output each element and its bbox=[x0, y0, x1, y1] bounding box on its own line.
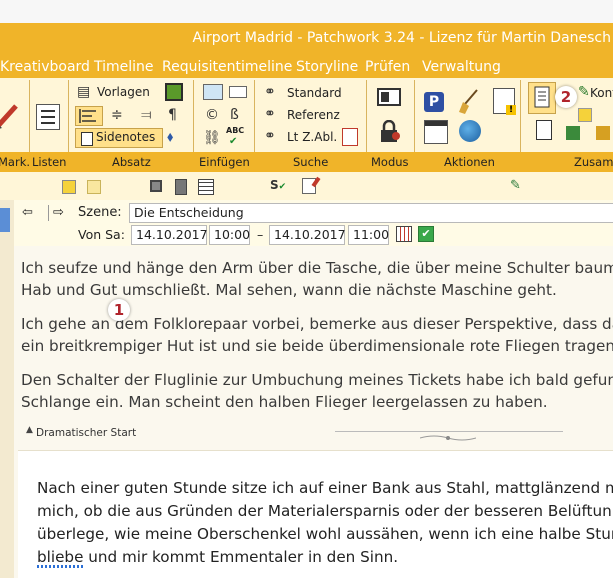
side-tab[interactable] bbox=[0, 208, 10, 232]
menu-verwaltung[interactable]: Verwaltung bbox=[422, 59, 501, 75]
ltzabl-search-icon[interactable]: ⚭ bbox=[264, 128, 276, 144]
calendar-icon[interactable] bbox=[424, 120, 448, 144]
broom-icon[interactable] bbox=[455, 88, 481, 114]
view-mode-icon[interactable] bbox=[377, 88, 401, 106]
align-right-icon[interactable]: ⫤ bbox=[141, 107, 152, 123]
copy-note-icon[interactable] bbox=[87, 180, 101, 194]
search-referenz[interactable]: Referenz bbox=[287, 108, 340, 122]
spelling-underline bbox=[37, 565, 83, 568]
search-standard[interactable]: Standard bbox=[287, 86, 342, 100]
scene-line-2: mich, ob die aus Gründen der Materialers… bbox=[37, 502, 612, 520]
group-label-listen: Listen bbox=[32, 155, 67, 169]
color-box-icon[interactable] bbox=[165, 83, 183, 101]
end-time-input[interactable]: 11:00 bbox=[348, 225, 389, 245]
add-doc-icon[interactable] bbox=[566, 126, 580, 140]
scene-line-1: Nach einer guten Stunde sitze ich auf ei… bbox=[37, 479, 613, 497]
search-ltzabl[interactable]: Lt Z.Abl. bbox=[287, 130, 337, 144]
sidenote-icon bbox=[81, 132, 93, 146]
layout-single-icon[interactable] bbox=[150, 180, 162, 192]
start-time-input[interactable]: 10:00 bbox=[209, 225, 250, 245]
badge-1: 1 bbox=[108, 299, 130, 321]
confirm-icon[interactable]: ✔ bbox=[418, 226, 434, 242]
start-date-input[interactable]: 14.10.2017 bbox=[131, 225, 208, 245]
eszett-icon[interactable]: ß bbox=[230, 107, 239, 123]
align-left-button[interactable] bbox=[75, 106, 103, 126]
edit-doc-icon[interactable] bbox=[302, 176, 321, 194]
doc-stack-icon[interactable] bbox=[536, 120, 552, 140]
scene-name-input[interactable]: Die Entscheidung bbox=[129, 203, 613, 223]
paragraph-1-line-1: Ich seufze und hänge den Arm über die Ta… bbox=[21, 259, 613, 277]
parking-icon[interactable]: P bbox=[424, 92, 444, 112]
menu-pruefen[interactable]: Prüfen bbox=[365, 59, 410, 75]
list-abl-icon[interactable] bbox=[342, 128, 358, 146]
table-icon[interactable] bbox=[198, 179, 214, 195]
von-label: Von Sa: bbox=[78, 227, 125, 242]
group-label-modus: Modus bbox=[371, 155, 409, 169]
spellcheck-icon[interactable]: ABC bbox=[226, 126, 244, 135]
sidenote-delete-icon[interactable]: ⬧ bbox=[167, 129, 173, 145]
window-title: Airport Madrid - Patchwork 3.24 - Lizenz… bbox=[192, 30, 611, 46]
paragraph-3-line-2: Schlange ein. Man scheint den halben Fli… bbox=[21, 393, 548, 411]
group-label-einfuegen: Einfügen bbox=[199, 155, 250, 169]
badge-2: 2 bbox=[555, 86, 577, 108]
pin-icon[interactable]: ✎ bbox=[510, 178, 521, 193]
forward-arrow-icon[interactable]: ⇨ bbox=[53, 205, 64, 220]
group-label-aktionen: Aktionen bbox=[444, 155, 495, 169]
group-label-absatz: Absatz bbox=[112, 155, 151, 169]
scene-line-3: überlege, wie meine Oberschenkel wohl au… bbox=[37, 525, 613, 543]
section-title: Dramatischer Start bbox=[36, 427, 137, 439]
link-icon[interactable]: ⛓ bbox=[203, 130, 221, 146]
textbox-icon[interactable] bbox=[229, 86, 247, 98]
image-icon[interactable] bbox=[203, 84, 223, 100]
menu-requisitentimeline[interactable]: Requisitentimeline bbox=[162, 59, 292, 75]
nav-separator bbox=[48, 205, 49, 221]
scene-label: Szene: bbox=[78, 205, 122, 220]
binoculars-icon[interactable]: ⚭ bbox=[264, 84, 276, 100]
menu-timeline[interactable]: Timeline bbox=[94, 59, 154, 75]
brush-icon[interactable]: ✎ bbox=[578, 84, 590, 100]
date-range-dash: – bbox=[257, 227, 264, 242]
vorlagen-label[interactable]: Vorlagen bbox=[97, 85, 150, 99]
layout-column-icon[interactable] bbox=[175, 179, 187, 195]
align-center-icon[interactable]: ≑ bbox=[111, 107, 123, 123]
sidenotes-label: Sidenotes bbox=[96, 130, 156, 144]
reference-search-icon[interactable]: ⚭ bbox=[264, 106, 276, 122]
list-icon[interactable] bbox=[36, 104, 60, 130]
sidenotes-button[interactable]: Sidenotes bbox=[75, 128, 163, 148]
ornament-icon bbox=[419, 427, 477, 441]
globe-icon[interactable] bbox=[459, 120, 481, 142]
scene-line-4: bliebe und mir kommt Emmentaler in den S… bbox=[37, 548, 399, 566]
outline-view-button[interactable] bbox=[528, 82, 556, 114]
note-icon[interactable] bbox=[578, 108, 592, 122]
export-icon[interactable] bbox=[596, 126, 610, 140]
copyright-icon[interactable]: © bbox=[205, 107, 219, 123]
back-arrow-icon[interactable]: ⇦ bbox=[22, 205, 33, 220]
sticky-note-icon[interactable] bbox=[62, 180, 76, 194]
menu-kreativboard[interactable]: Kreativboard bbox=[0, 59, 90, 75]
group-label-suche: Suche bbox=[293, 155, 329, 169]
lock-person-icon[interactable] bbox=[379, 119, 401, 144]
menu-storyline[interactable]: Storyline bbox=[296, 59, 358, 75]
group-label-mark: Mark. bbox=[0, 155, 31, 169]
left-gutter bbox=[0, 200, 14, 578]
calendar-picker-icon[interactable] bbox=[396, 226, 412, 242]
konf-label[interactable]: Konf bbox=[590, 86, 613, 100]
pilcrow-icon[interactable]: ¶ bbox=[168, 107, 177, 123]
end-date-input[interactable]: 14.10.2017 bbox=[269, 225, 346, 245]
paragraph-3-line-1: Den Schalter der Fluglinie zur Umbuchung… bbox=[21, 371, 613, 389]
group-label-zusam: Zusam bbox=[574, 155, 613, 169]
paragraph-1-line-2: Hab und Gut umschließt. Mal sehen, wann … bbox=[21, 281, 557, 299]
warning-doc-icon[interactable]: ! bbox=[493, 88, 516, 115]
spellcheck-check-icon: ✔ bbox=[229, 136, 238, 147]
section-caret-icon[interactable]: ▲ bbox=[26, 425, 33, 435]
spell-s-icon[interactable]: S✔ bbox=[270, 178, 286, 192]
pencil-icon[interactable] bbox=[0, 100, 22, 130]
paragraph-2-line-2: ein breitkrempiger Hut ist und sie beide… bbox=[21, 337, 613, 355]
template-icon[interactable]: ▤ bbox=[77, 84, 90, 100]
